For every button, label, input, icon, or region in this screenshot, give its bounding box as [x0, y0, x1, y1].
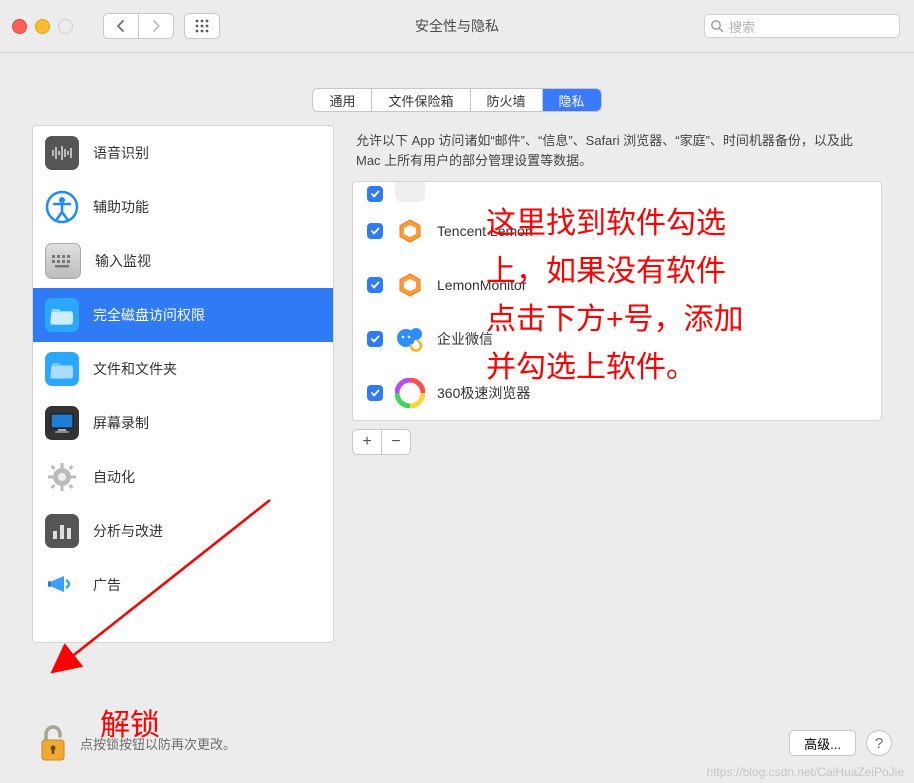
folder-icon: [45, 298, 79, 332]
app-row[interactable]: 360极速浏览器: [353, 366, 881, 420]
detail-pane: 允许以下 App 访问诸如“邮件”、“信息”、Safari 浏览器、“家庭”、时…: [352, 125, 882, 643]
app-icon: [395, 182, 425, 202]
gear-icon: [45, 460, 79, 494]
tab-general[interactable]: 通用: [313, 89, 371, 111]
monitor-icon: [45, 406, 79, 440]
app-row[interactable]: Tencent Lemon: [353, 204, 881, 258]
tab-filevault[interactable]: 文件保险箱: [371, 89, 469, 111]
help-icon: ?: [875, 735, 883, 752]
minus-icon: −: [391, 433, 400, 451]
nav-buttons: [103, 13, 220, 39]
app-row[interactable]: LemonMonitor: [353, 258, 881, 312]
advanced-button[interactable]: 高级...: [789, 730, 856, 756]
sidebar-item-label: 辅助功能: [93, 197, 149, 217]
search-field[interactable]: 搜索: [704, 14, 900, 38]
sidebar-item-label: 语音识别: [93, 143, 149, 163]
tab-bar: 通用 文件保险箱 防火墙 隐私: [0, 89, 914, 111]
barchart-icon: [45, 514, 79, 548]
sidebar-item-label: 屏幕录制: [93, 413, 149, 433]
sidebar-item-screen-recording[interactable]: 屏幕录制: [33, 396, 333, 450]
sidebar-item-label: 分析与改进: [93, 521, 163, 541]
window-controls: [12, 19, 73, 34]
accessibility-icon: [45, 190, 79, 224]
app-icon: [395, 324, 425, 354]
add-remove-bar: + −: [352, 429, 882, 455]
plus-icon: +: [362, 433, 371, 451]
advanced-label: 高级...: [804, 734, 841, 753]
apps-list-box: Tencent Lemon LemonMonitor 企业微信: [352, 181, 882, 421]
grid-icon: [195, 19, 209, 33]
search-icon: [710, 19, 724, 33]
chevron-right-icon: [151, 20, 161, 32]
sidebar-item-label: 输入监视: [95, 251, 151, 271]
app-row[interactable]: 企业微信: [353, 312, 881, 366]
lock-icon: [36, 722, 70, 764]
checkbox[interactable]: [367, 277, 383, 293]
close-window-button[interactable]: [12, 19, 27, 34]
lock-area[interactable]: 点按锁按钮以防再次更改。: [36, 722, 236, 764]
tab-firewall[interactable]: 防火墙: [470, 89, 542, 111]
forward-button[interactable]: [139, 13, 174, 39]
sidebar-item-input-monitoring[interactable]: 输入监视: [33, 234, 333, 288]
description-text: 允许以下 App 访问诸如“邮件”、“信息”、Safari 浏览器、“家庭”、时…: [352, 125, 882, 181]
chevron-left-icon: [116, 20, 126, 32]
remove-app-button[interactable]: −: [382, 429, 411, 455]
preferences-window: 安全性与隐私 搜索 通用 文件保险箱 防火墙 隐私 语音识别: [0, 0, 914, 783]
waveform-icon: [45, 136, 79, 170]
sidebar-item-accessibility[interactable]: 辅助功能: [33, 180, 333, 234]
checkbox[interactable]: [367, 223, 383, 239]
sidebar-item-analytics[interactable]: 分析与改进: [33, 504, 333, 558]
apps-list[interactable]: Tencent Lemon LemonMonitor 企业微信: [353, 182, 881, 420]
app-label: LemonMonitor: [437, 277, 527, 293]
show-all-button[interactable]: [184, 13, 220, 39]
sidebar-item-full-disk-access[interactable]: 完全磁盘访问权限: [33, 288, 333, 342]
category-sidebar[interactable]: 语音识别 辅助功能 输入监视 完全磁盘访问权限: [32, 125, 334, 643]
help-button[interactable]: ?: [866, 730, 892, 756]
sidebar-item-label: 文件和文件夹: [93, 359, 177, 379]
checkbox[interactable]: [367, 331, 383, 347]
watermark: https://blog.csdn.net/CaiHuaZeiPoJie: [707, 765, 904, 779]
tabs-group: 通用 文件保险箱 防火墙 隐私: [313, 89, 600, 111]
tab-label: 通用: [329, 91, 355, 110]
sidebar-item-label: 完全磁盘访问权限: [93, 305, 205, 325]
folder-icon: [45, 352, 79, 386]
sidebar-item-speech[interactable]: 语音识别: [33, 126, 333, 180]
app-icon: [395, 378, 425, 408]
sidebar-item-automation[interactable]: 自动化: [33, 450, 333, 504]
sidebar-item-advertising[interactable]: 广告: [33, 558, 333, 612]
tab-label: 隐私: [559, 91, 585, 110]
content-area: 语音识别 辅助功能 输入监视 完全磁盘访问权限: [32, 125, 882, 643]
tab-label: 文件保险箱: [388, 91, 453, 110]
checkbox[interactable]: [367, 186, 383, 202]
back-button[interactable]: [103, 13, 139, 39]
tab-label: 防火墙: [487, 91, 526, 110]
app-icon: [395, 270, 425, 300]
titlebar: 安全性与隐私 搜索: [0, 0, 914, 53]
checkbox[interactable]: [367, 385, 383, 401]
app-label: 企业微信: [437, 329, 493, 349]
add-app-button[interactable]: +: [352, 429, 382, 455]
search-placeholder: 搜索: [729, 17, 755, 36]
keyboard-icon: [45, 243, 81, 279]
app-label: 360极速浏览器: [437, 383, 530, 403]
app-icon: [395, 216, 425, 246]
lock-text: 点按锁按钮以防再次更改。: [80, 734, 236, 753]
tab-privacy[interactable]: 隐私: [542, 89, 601, 111]
megaphone-icon: [45, 568, 79, 602]
sidebar-item-label: 广告: [93, 575, 121, 595]
minimize-window-button[interactable]: [35, 19, 50, 34]
app-row[interactable]: [353, 182, 881, 204]
footer-right: 高级... ?: [789, 730, 892, 756]
app-label: Tencent Lemon: [437, 223, 533, 239]
sidebar-item-files-folders[interactable]: 文件和文件夹: [33, 342, 333, 396]
zoom-window-button[interactable]: [58, 19, 73, 34]
sidebar-item-label: 自动化: [93, 467, 135, 487]
